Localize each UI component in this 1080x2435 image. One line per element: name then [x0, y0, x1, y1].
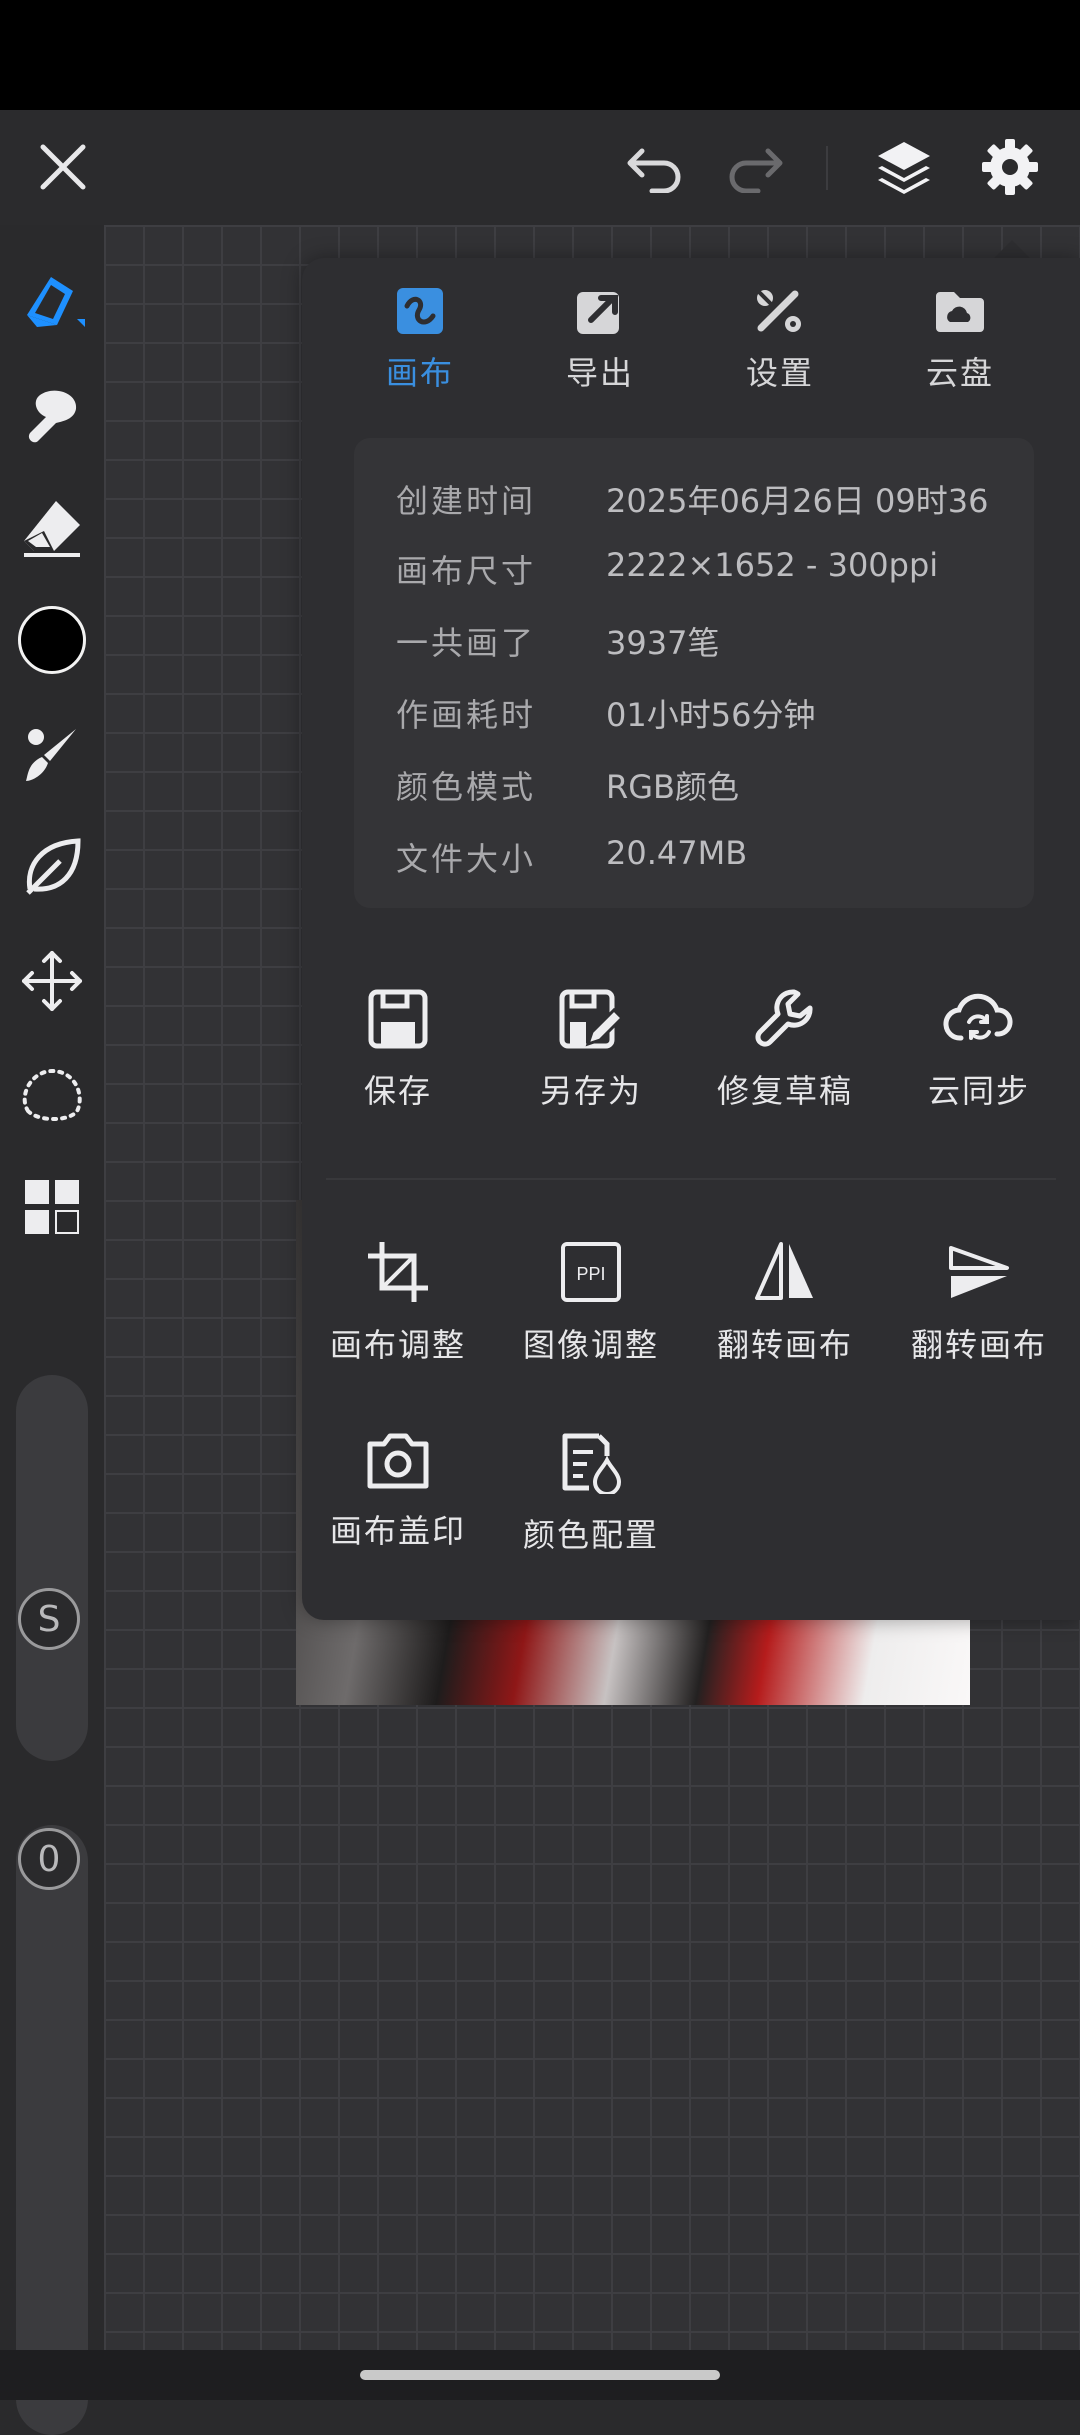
info-key: 一共画了 [396, 624, 537, 662]
flip-horizontal-label: 翻转画布 [716, 1326, 853, 1364]
opacity-badge: 0 [18, 1828, 80, 1890]
top-toolbar [0, 110, 1080, 225]
info-value: 2222×1652 - 300ppi [606, 546, 939, 584]
brush-size-badge: S [18, 1588, 80, 1650]
tab-settings-label: 设置 [745, 354, 814, 392]
layers-icon[interactable] [866, 132, 942, 202]
color-swatch-circle [18, 606, 86, 674]
opacity-slider[interactable] [16, 1825, 88, 2435]
flip-horizontal-icon [755, 1242, 813, 1300]
tab-export[interactable]: 导出 [530, 288, 670, 394]
tab-canvas-label: 画布 [385, 354, 454, 392]
tab-cloud[interactable]: 云盘 [890, 288, 1030, 394]
tab-canvas[interactable]: 画布 [350, 288, 490, 394]
move-icon[interactable] [12, 941, 92, 1021]
flip-vertical-button[interactable]: 翻转画布 [884, 1240, 1074, 1366]
color-config-label: 颜色配置 [522, 1516, 659, 1554]
tab-export-label: 导出 [565, 354, 634, 392]
info-value: 01小时56分钟 [606, 696, 816, 734]
tools-icon [757, 290, 801, 332]
canvas-info-box: 创建时间 2025年06月26日 09时36分 画布尺寸 2222×1652 -… [354, 438, 1034, 908]
toolbar-divider [826, 146, 828, 190]
cloud-sync-icon [943, 993, 1013, 1041]
save-icon [368, 989, 428, 1049]
info-value: 20.47MB [606, 834, 748, 872]
wrench-icon [755, 989, 813, 1047]
redo-icon[interactable] [716, 132, 792, 202]
svg-text:PPI: PPI [576, 1264, 605, 1284]
tab-cloud-label: 云盘 [925, 354, 994, 392]
eraser-icon[interactable] [12, 487, 92, 567]
tab-settings[interactable]: 设置 [710, 288, 850, 394]
brush-size-slider[interactable] [16, 1375, 88, 1761]
section-divider [326, 1178, 1056, 1180]
brush-icon[interactable] [12, 715, 92, 795]
info-key: 文件大小 [396, 840, 537, 878]
export-icon [577, 292, 619, 334]
info-key: 颜色模式 [396, 768, 537, 806]
save-as-label: 另存为 [539, 1072, 642, 1110]
repair-draft-button[interactable]: 修复草稿 [690, 988, 880, 1112]
cloud-sync-button[interactable]: 云同步 [884, 988, 1074, 1112]
crop-icon [368, 1242, 428, 1302]
grid-icon[interactable] [12, 1167, 92, 1247]
canvas-adjust-button[interactable]: 画布调整 [303, 1240, 493, 1366]
info-value: 2025年06月26日 09时36分 [606, 482, 989, 520]
status-bar [0, 0, 1080, 110]
save-as-button[interactable]: 另存为 [496, 988, 686, 1112]
color-swatch[interactable] [12, 600, 92, 680]
cloud-folder-icon [936, 292, 984, 332]
image-adjust-label: 图像调整 [522, 1326, 659, 1364]
camera-icon [367, 1433, 429, 1489]
undo-icon[interactable] [618, 132, 694, 202]
info-value: 3937笔 [606, 624, 720, 662]
save-as-icon [559, 989, 624, 1049]
canvas-menu-panel: 画布 导出 设置 云盘 创建时间 2025年06月26日 09时36分 画布尺寸… [302, 258, 1080, 1620]
info-value: RGB颜色 [606, 768, 739, 806]
flip-horizontal-button[interactable]: 翻转画布 [690, 1240, 880, 1366]
canvas-stamp-label: 画布盖印 [329, 1512, 466, 1550]
color-config-icon [562, 1433, 622, 1494]
info-key: 画布尺寸 [396, 552, 537, 590]
home-indicator[interactable] [360, 2370, 720, 2380]
canvas-icon [397, 288, 443, 334]
repair-draft-label: 修复草稿 [716, 1072, 853, 1110]
image-adjust-button[interactable]: PPI 图像调整 [496, 1240, 686, 1366]
flip-vertical-icon [949, 1246, 1009, 1298]
close-icon[interactable] [28, 132, 98, 202]
tool-sidebar: S 0 [0, 225, 104, 2435]
ppi-icon: PPI [561, 1242, 621, 1302]
pen-icon[interactable] [12, 262, 92, 342]
info-key: 创建时间 [396, 482, 537, 520]
cloud-sync-label: 云同步 [927, 1072, 1030, 1110]
canvas-stamp-button[interactable]: 画布盖印 [303, 1430, 493, 1552]
lasso-icon[interactable] [12, 1055, 92, 1135]
smudge-icon[interactable] [12, 375, 92, 455]
info-key: 作画耗时 [396, 696, 537, 734]
leaf-icon[interactable] [12, 827, 92, 907]
save-button[interactable]: 保存 [303, 988, 493, 1112]
gear-icon[interactable] [972, 132, 1048, 202]
color-config-button[interactable]: 颜色配置 [496, 1430, 686, 1556]
save-label: 保存 [363, 1072, 432, 1110]
panel-caret [992, 240, 1032, 260]
canvas-adjust-label: 画布调整 [329, 1326, 466, 1364]
flip-vertical-label: 翻转画布 [910, 1326, 1047, 1364]
